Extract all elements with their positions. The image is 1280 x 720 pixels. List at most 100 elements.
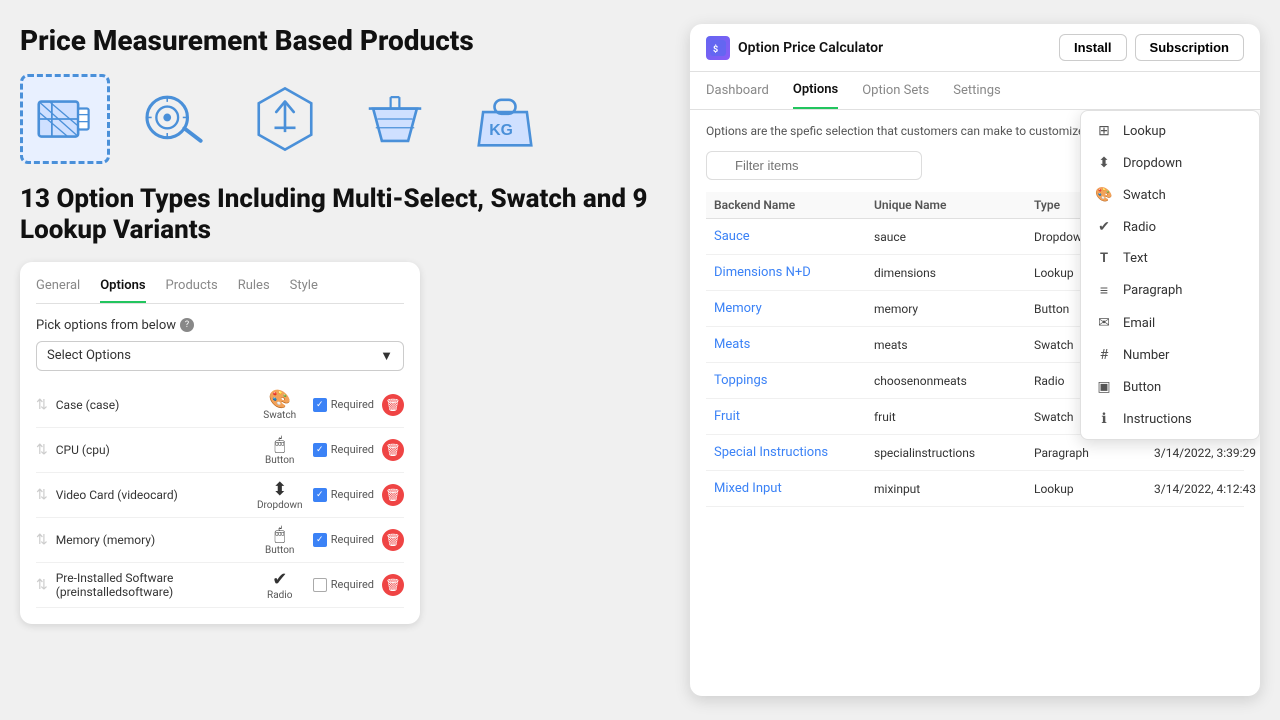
app-header: $ Option Price Calculator Install Subscr… — [690, 24, 1260, 72]
dropdown-icon: ⬍ — [1095, 155, 1113, 171]
main-title: Price Measurement Based Products — [20, 24, 670, 58]
dropdown-item-dropdown[interactable]: ⬍ Dropdown — [1081, 147, 1259, 179]
row-backend-name[interactable]: Memory — [714, 301, 874, 316]
delete-button[interactable]: 🗑 — [382, 439, 404, 461]
number-icon: # — [1095, 347, 1113, 363]
row-backend-name[interactable]: Toppings — [714, 373, 874, 388]
dropdown-item-email[interactable]: ✉ Email — [1081, 307, 1259, 339]
option-type-radio: ✔ Radio — [255, 569, 305, 601]
dropdown-item-instructions[interactable]: ℹ Instructions — [1081, 403, 1259, 435]
swatch-icon: 🎨 — [1095, 187, 1113, 203]
option-name: Pre-Installed Software (preinstalledsoft… — [56, 571, 247, 599]
pick-label: Pick options from below ? — [36, 318, 404, 333]
required-checkbox[interactable]: ✓ Required — [313, 398, 374, 412]
checkbox-checked: ✓ — [313, 398, 327, 412]
icons-row: KG — [20, 74, 670, 164]
option-row-case: ⇅ Case (case) 🎨 Swatch ✓ Required 🗑 — [36, 383, 404, 428]
delete-button[interactable]: 🗑 — [382, 529, 404, 551]
option-name: Video Card (videocard) — [56, 488, 247, 502]
row-unique-name: fruit — [874, 410, 1034, 424]
row-type: Lookup — [1034, 482, 1154, 496]
radio-icon: ✔ — [1095, 219, 1113, 235]
mini-tab-style[interactable]: Style — [290, 278, 318, 303]
row-unique-name: meats — [874, 338, 1034, 352]
paragraph-icon: ≡ — [1095, 282, 1113, 299]
row-unique-name: dimensions — [874, 266, 1034, 280]
row-backend-name[interactable]: Special Instructions — [714, 445, 874, 460]
svg-text:$: $ — [713, 44, 718, 55]
option-row-software: ⇅ Pre-Installed Software (preinstalledso… — [36, 563, 404, 608]
app-nav: Dashboard Options Option Sets Settings — [690, 72, 1260, 110]
filter-wrapper: 🔍 — [706, 151, 1142, 180]
app-panel: $ Option Price Calculator Install Subscr… — [690, 24, 1260, 696]
drag-handle[interactable]: ⇅ — [36, 532, 48, 548]
row-backend-name[interactable]: Dimensions N+D — [714, 265, 874, 280]
app-logo: $ — [706, 36, 730, 60]
option-row-videocard: ⇅ Video Card (videocard) ⬍ Dropdown ✓ Re… — [36, 473, 404, 518]
option-name: Case (case) — [56, 398, 247, 412]
app-title: Option Price Calculator — [738, 40, 1051, 56]
left-panel: Price Measurement Based Products — [20, 24, 670, 696]
required-checkbox[interactable]: ✓ Required — [313, 443, 374, 457]
mini-tabs: General Options Products Rules Style — [36, 278, 404, 304]
icon-measurement-selected — [20, 74, 110, 164]
mini-tab-options[interactable]: Options — [100, 278, 145, 303]
delete-button[interactable]: 🗑 — [382, 574, 404, 596]
delete-button[interactable]: 🗑 — [382, 394, 404, 416]
swatch-icon: 🎨 — [269, 389, 291, 410]
dropdown-item-paragraph[interactable]: ≡ Paragraph — [1081, 274, 1259, 307]
add-new-dropdown: ⊞ Lookup ⬍ Dropdown 🎨 Swatch ✔ Radio T — [1080, 110, 1260, 440]
mini-tab-general[interactable]: General — [36, 278, 80, 303]
row-unique-name: specialinstructions — [874, 446, 1034, 460]
row-unique-name: memory — [874, 302, 1034, 316]
drag-handle[interactable]: ⇅ — [36, 487, 48, 503]
nav-tab-settings[interactable]: Settings — [953, 73, 1000, 108]
required-checkbox[interactable]: ✓ Required — [313, 533, 374, 547]
dropdown-item-button[interactable]: ▣ Button — [1081, 371, 1259, 403]
checkbox-checked: ✓ — [313, 533, 327, 547]
row-backend-name[interactable]: Meats — [714, 337, 874, 352]
option-type-button2: 🖱 Button — [255, 524, 305, 556]
row-updated: 3/14/2022, 4:12:43 PM — [1154, 482, 1260, 496]
row-unique-name: mixinput — [874, 482, 1034, 496]
mini-app-card: General Options Products Rules Style Pic… — [20, 262, 420, 624]
dropdown-item-text[interactable]: T Text — [1081, 243, 1259, 274]
required-checkbox[interactable]: Required — [313, 578, 374, 592]
nav-tab-dashboard[interactable]: Dashboard — [706, 73, 769, 108]
dropdown-item-radio[interactable]: ✔ Radio — [1081, 211, 1259, 243]
icon-kg-weight: KG — [460, 74, 550, 164]
nav-tab-options[interactable]: Options — [793, 72, 838, 109]
checkbox-checked: ✓ — [313, 488, 327, 502]
icon-3d-arrow — [240, 74, 330, 164]
text-icon: T — [1095, 251, 1113, 266]
row-backend-name[interactable]: Mixed Input — [714, 481, 874, 496]
filter-input[interactable] — [706, 151, 922, 180]
icon-tape-measure — [130, 74, 220, 164]
table-row: Mixed Input mixinput Lookup 3/14/2022, 4… — [706, 471, 1244, 507]
drag-handle[interactable]: ⇅ — [36, 442, 48, 458]
col-header-backend: Backend Name — [714, 198, 874, 212]
nav-tab-option-sets[interactable]: Option Sets — [862, 73, 929, 108]
subscription-button[interactable]: Subscription — [1135, 34, 1244, 61]
mini-tab-rules[interactable]: Rules — [238, 278, 270, 303]
row-backend-name[interactable]: Fruit — [714, 409, 874, 424]
required-checkbox[interactable]: ✓ Required — [313, 488, 374, 502]
select-options-dropdown[interactable]: Select Options ▼ — [36, 341, 404, 371]
dropdown-item-lookup[interactable]: ⊞ Lookup — [1081, 115, 1259, 147]
button-icon: 🖱 — [274, 524, 285, 545]
dropdown-icon: ⬍ — [272, 479, 287, 500]
install-button[interactable]: Install — [1059, 34, 1127, 61]
delete-button[interactable]: 🗑 — [382, 484, 404, 506]
drag-handle[interactable]: ⇅ — [36, 397, 48, 413]
button-icon: 🖱 — [274, 434, 285, 455]
mini-tab-products[interactable]: Products — [166, 278, 218, 303]
dropdown-item-number[interactable]: # Number — [1081, 339, 1259, 371]
dropdown-item-swatch[interactable]: 🎨 Swatch — [1081, 179, 1259, 211]
radio-icon: ✔ — [272, 569, 287, 590]
icon-container — [350, 74, 440, 164]
drag-handle[interactable]: ⇅ — [36, 577, 48, 593]
row-backend-name[interactable]: Sauce — [714, 229, 874, 244]
option-type-dropdown: ⬍ Dropdown — [255, 479, 305, 511]
subtitle: 13 Option Types Including Multi-Select, … — [20, 184, 670, 246]
help-icon: ? — [180, 318, 194, 332]
